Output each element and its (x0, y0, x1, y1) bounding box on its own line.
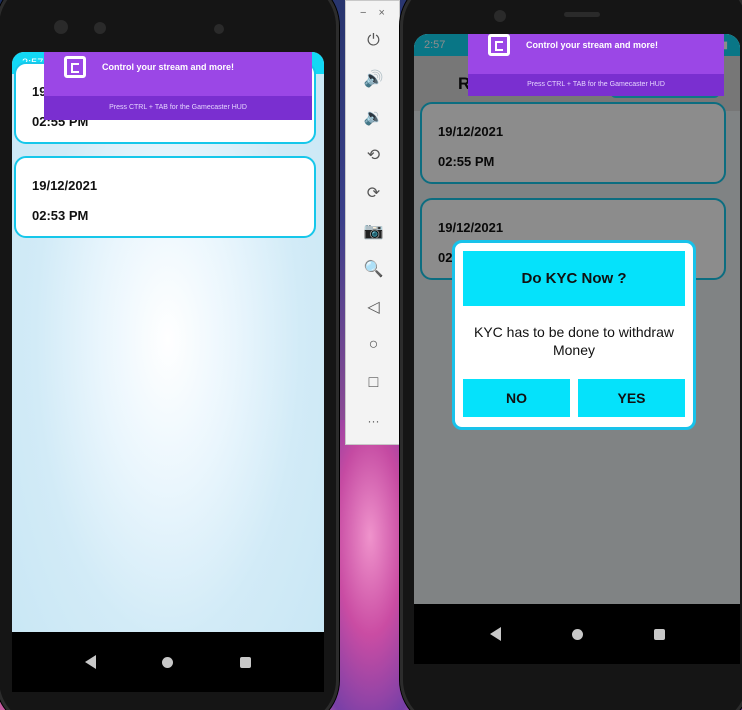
nav-bar (12, 632, 324, 692)
more-icon[interactable]: ··· (346, 407, 401, 435)
right-phone-frame: 2:57 ▾◢▮ Rs 19/12/2021 02:55 PM 19/12/20… (400, 0, 742, 710)
nav-home-icon[interactable] (162, 656, 174, 668)
right-phone-screen: 2:57 ▾◢▮ Rs 19/12/2021 02:55 PM 19/12/20… (414, 34, 740, 664)
nav-recents-icon[interactable] (653, 628, 665, 640)
gamecaster-logo-icon (488, 34, 510, 56)
home-icon[interactable]: ○ (346, 331, 401, 359)
gamecaster-logo-icon (64, 56, 86, 78)
sensor (94, 22, 106, 34)
power-icon[interactable]: ⏻ (346, 27, 401, 55)
earpiece (564, 12, 600, 17)
overlay-title: Control your stream and more! (526, 40, 659, 50)
nav-back-icon[interactable] (85, 655, 97, 669)
app-background (12, 52, 324, 692)
volume-up-icon[interactable]: 🔊 (346, 65, 401, 93)
overlay-title: Control your stream and more! (102, 62, 235, 72)
nav-back-icon[interactable] (489, 627, 501, 641)
gamecaster-overlay[interactable]: Control your stream and more! Press CTRL… (44, 52, 312, 120)
rotate-right-icon[interactable]: ⟳ (346, 179, 401, 207)
camera-icon[interactable]: 📷 (346, 217, 401, 245)
minimize-button[interactable]: − (360, 7, 366, 19)
close-button[interactable]: × (379, 7, 385, 19)
dialog-message: KYC has to be done to withdraw Money (473, 324, 674, 358)
overview-icon[interactable]: □ (346, 369, 401, 397)
card-time: 02:53 PM (32, 208, 89, 223)
left-phone-screen: 2:57 ⚙ ▾◢▮ 19 02:55 PM 19/12/2021 02:53 … (12, 52, 324, 692)
rotate-left-icon[interactable]: ⟲ (346, 141, 401, 169)
dialog-title: Do KYC Now ? (463, 251, 685, 306)
nav-bar (414, 604, 740, 664)
back-icon[interactable]: ◁ (346, 293, 401, 321)
overlay-hint: Press CTRL + TAB for the Gamecaster HUD (44, 96, 312, 120)
gamecaster-overlay[interactable]: Control your stream and more! Press CTRL… (468, 34, 724, 96)
no-button[interactable]: NO (463, 379, 570, 417)
emulator-toolbar: − × ⏻ 🔊 🔉 ⟲ ⟳ 📷 🔍 ◁ ○ □ ··· (345, 0, 400, 445)
left-phone-frame: 2:57 ⚙ ▾◢▮ 19 02:55 PM 19/12/2021 02:53 … (0, 0, 339, 710)
overlay-hint: Press CTRL + TAB for the Gamecaster HUD (468, 74, 724, 96)
sensor (214, 24, 224, 34)
kyc-dialog: Do KYC Now ? KYC has to be done to withd… (452, 240, 696, 430)
front-camera (494, 10, 506, 22)
zoom-icon[interactable]: 🔍 (346, 255, 401, 283)
history-card[interactable]: 19/12/2021 02:53 PM (14, 156, 316, 238)
yes-button[interactable]: YES (578, 379, 685, 417)
volume-down-icon[interactable]: 🔉 (346, 103, 401, 131)
nav-home-icon[interactable] (571, 628, 583, 640)
nav-recents-icon[interactable] (239, 656, 251, 668)
front-camera (54, 20, 68, 34)
card-date: 19/12/2021 (32, 178, 98, 193)
